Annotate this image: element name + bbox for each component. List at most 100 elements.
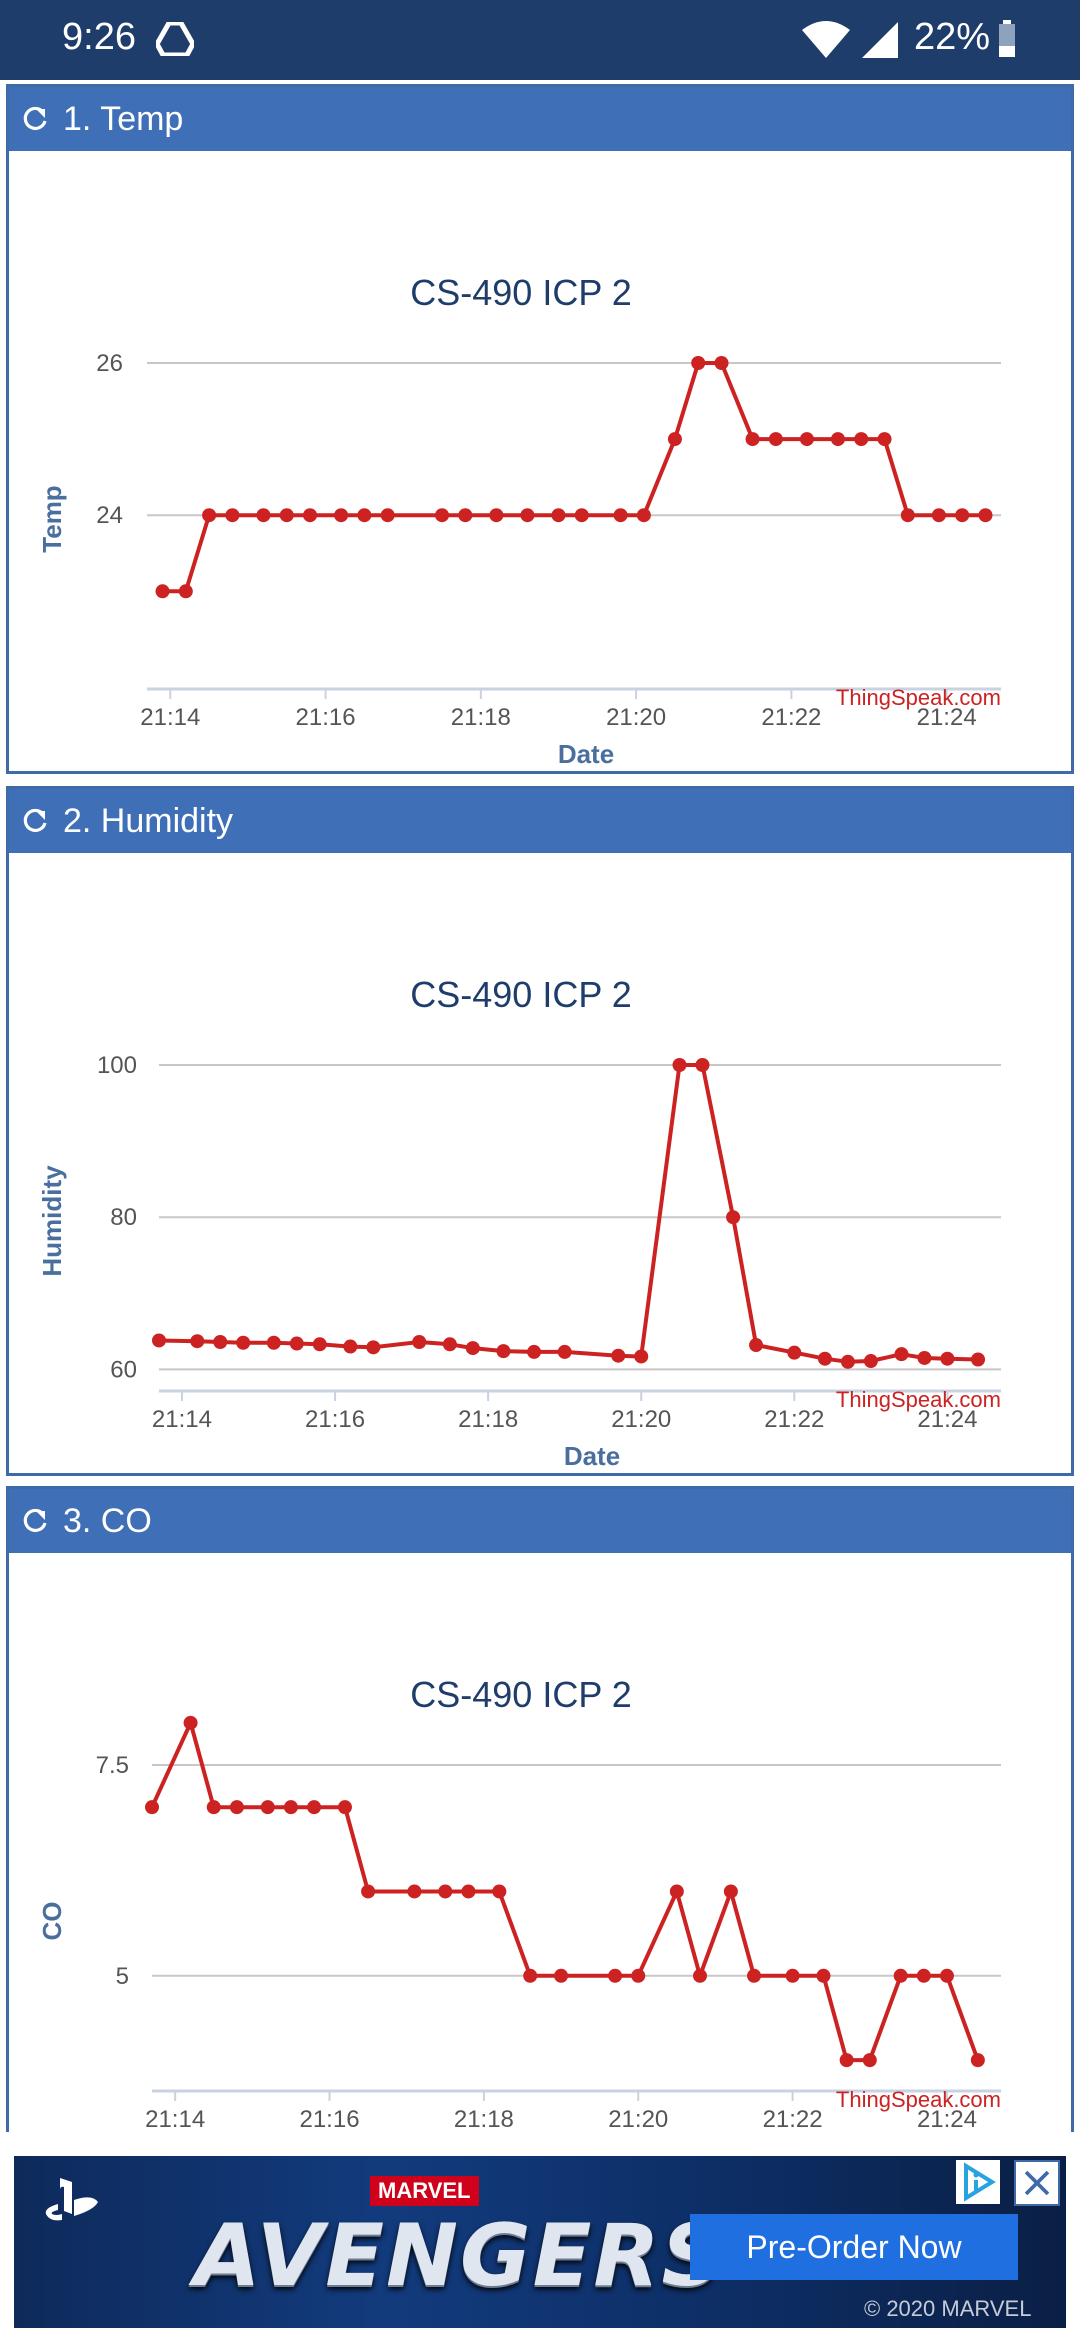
data-point <box>303 508 318 523</box>
data-point <box>692 1968 707 1983</box>
data-point <box>817 1351 832 1366</box>
x-tick-label: 21:14 <box>140 704 200 731</box>
data-point <box>145 1800 159 1815</box>
x-tick-label: 21:16 <box>299 2106 359 2133</box>
data-point <box>894 1347 909 1362</box>
co-chart: CS-490 ICP 2 5 7.5 21:14 21:16 21:18 21:20 21:2… <box>37 1674 1001 2133</box>
ad-banner[interactable]: MARVEL AVENGERS Pre-Order Now © 2020 MAR… <box>14 2156 1066 2328</box>
close-icon[interactable] <box>1014 2160 1060 2206</box>
playstation-icon <box>45 2178 98 2221</box>
x-tick-label: 21:14 <box>145 2106 205 2133</box>
data-point <box>380 508 395 523</box>
data-point <box>955 508 970 523</box>
data-point <box>366 1340 381 1355</box>
y-axis-label: Humidity <box>37 1165 67 1277</box>
ad-copyright: © 2020 MARVEL <box>864 2296 1032 2321</box>
data-point <box>289 1336 304 1351</box>
avengers-logo: AVENGERS <box>194 2206 726 2306</box>
data-point <box>178 584 193 599</box>
data-point <box>785 1968 800 1983</box>
status-bar: 9:26 22% <box>0 0 1080 80</box>
data-point <box>461 1884 476 1899</box>
chart-credit: ThingSpeak.com <box>836 685 1001 710</box>
data-point <box>520 508 535 523</box>
data-point <box>830 432 845 447</box>
panel-title: 3. CO <box>63 1502 152 1540</box>
data-point <box>283 1800 298 1815</box>
data-point <box>357 508 372 523</box>
data-point <box>917 1350 932 1365</box>
data-point <box>155 584 170 599</box>
data-point <box>337 1800 352 1815</box>
data-point <box>236 1335 251 1350</box>
battery-percent: 22% <box>914 16 991 58</box>
panel-title: 2. Humidity <box>63 802 234 840</box>
y-tick-label: 7.5 <box>96 1752 129 1779</box>
x-axis-label: Date <box>558 739 614 769</box>
data-point <box>190 1334 205 1349</box>
panel-title: 1. Temp <box>63 100 184 138</box>
refresh-icon[interactable] <box>21 1507 49 1535</box>
data-point <box>971 1352 986 1367</box>
data-point <box>266 1335 281 1350</box>
data-point <box>183 1715 198 1730</box>
data-point <box>695 1058 710 1072</box>
refresh-icon[interactable] <box>21 807 49 835</box>
data-point <box>312 1337 327 1352</box>
data-point <box>631 1968 646 1983</box>
data-point <box>334 508 349 523</box>
series-line <box>158 1063 979 1364</box>
y-tick-label: 80 <box>110 1204 137 1231</box>
panel-header: 2. Humidity <box>9 789 1071 853</box>
data-point <box>863 1354 878 1369</box>
chart-title: CS-490 ICP 2 <box>410 974 631 1015</box>
y-tick-label: 100 <box>97 1052 137 1079</box>
data-point <box>412 1334 427 1349</box>
google-drive-icon <box>156 22 194 56</box>
data-point <box>225 508 240 523</box>
data-point <box>279 508 294 523</box>
data-point <box>978 508 993 523</box>
data-point <box>489 508 504 523</box>
chart-panel-humidity: 2. Humidity CS-490 ICP 2 60 80 100 21:14 21:1… <box>6 786 1074 1476</box>
data-point <box>496 1344 511 1359</box>
data-point <box>931 508 946 523</box>
data-point <box>465 1341 480 1356</box>
x-tick-label: 21:20 <box>608 2106 668 2133</box>
data-point <box>893 1968 908 1983</box>
data-point <box>714 356 729 370</box>
chart-credit: ThingSpeak.com <box>836 2087 1001 2112</box>
y-tick-label: 60 <box>110 1356 137 1383</box>
data-point <box>361 1884 376 1899</box>
data-point <box>608 1968 623 1983</box>
data-point <box>787 1345 802 1360</box>
x-tick-label: 21:18 <box>454 2106 514 2133</box>
data-point <box>442 1337 457 1352</box>
refresh-icon[interactable] <box>21 105 49 133</box>
x-tick-label: 21:16 <box>296 704 356 731</box>
panel-header: 1. Temp <box>9 87 1071 151</box>
data-point <box>726 1210 741 1225</box>
x-tick-label: 21:22 <box>764 1406 824 1433</box>
x-tick-label: 21:20 <box>606 704 666 731</box>
data-point <box>260 1800 275 1815</box>
data-point <box>939 1968 954 1983</box>
data-point <box>636 508 651 523</box>
status-time: 9:26 <box>62 16 136 58</box>
data-point <box>492 1884 507 1899</box>
y-tick-label: 26 <box>96 350 123 377</box>
data-point <box>669 1884 684 1899</box>
pre-order-button[interactable]: Pre-Order Now <box>690 2214 1018 2280</box>
data-point <box>916 1968 931 1983</box>
data-point <box>152 1333 166 1348</box>
chart-credit: ThingSpeak.com <box>836 1387 1001 1412</box>
humidity-chart: CS-490 ICP 2 60 80 100 21:14 21:16 21:18 21:20 2… <box>37 974 1001 1471</box>
data-point <box>407 1884 422 1899</box>
y-axis-label: CO <box>37 1902 67 1941</box>
x-tick-label: 21:16 <box>305 1406 365 1433</box>
adchoices-icon[interactable] <box>956 2160 1000 2204</box>
data-point <box>799 432 814 447</box>
data-point <box>747 1968 762 1983</box>
data-point <box>458 508 473 523</box>
data-point <box>749 1338 764 1353</box>
